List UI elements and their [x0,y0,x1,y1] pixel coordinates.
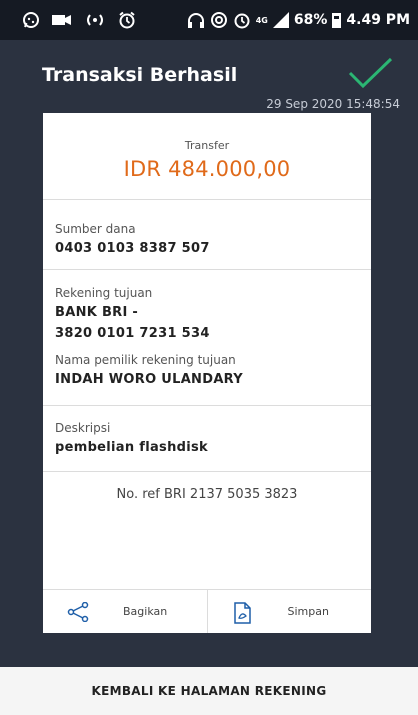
destination-label: Rekening tujuan [55,286,153,300]
notification-icons [22,11,136,29]
transfer-label: Transfer [184,139,230,152]
share-icon [67,602,89,622]
ref-divider [43,471,371,472]
battery-icon [332,12,342,28]
receipt-card: Transfer IDR 484.000,00 Sumber dana 0403… [43,113,371,633]
description-section: Deskripsi pembelian flashdisk [43,405,371,471]
alarm-icon [119,11,135,29]
save-label: Simpan [287,605,329,618]
hotspot-icon [210,12,227,28]
destination-section: Rekening tujuan BANK BRI - 3820 0101 723… [43,269,371,405]
signal-icon [272,12,289,28]
transfer-amount: IDR 484.000,00 [123,157,291,181]
system-status: 4G 68% 4.49 PM [187,11,410,29]
share-button[interactable]: Bagikan [43,590,207,633]
description-label: Deskripsi [55,421,111,435]
source-label: Sumber dana [55,222,136,236]
battery-percent: 68% [293,12,328,28]
back-to-account-button[interactable]: KEMBALI KE HALAMAN REKENING [0,667,418,715]
save-file-icon [233,602,251,624]
share-label: Bagikan [123,605,168,618]
source-account: 0403 0103 8387 507 [55,241,210,256]
headphones-icon [187,13,204,28]
video-camera-icon [52,15,71,25]
action-bar: Bagikan Simpan [43,589,371,633]
save-button[interactable]: Simpan [206,590,372,633]
source-section: Sumber dana 0403 0103 8387 507 [43,199,371,269]
owner-label: Nama pemilik rekening tujuan [55,353,236,367]
whatsapp-icon [23,12,39,28]
broadcast-icon [87,14,103,26]
alarm-clock-icon [234,13,250,29]
status-bar: 4G 68% 4.49 PM [0,0,418,40]
transaction-datetime: 29 Sep 2020 15:48:54 [266,97,400,111]
network-type: 4G [255,15,268,25]
clock: 4.49 PM [346,12,410,28]
reference-number: No. ref BRI 2137 5035 3823 [116,487,298,502]
back-to-account-label: KEMBALI KE HALAMAN REKENING [91,684,327,698]
success-check-icon [348,57,393,89]
amount-block: Transfer IDR 484.000,00 [43,139,371,181]
owner-name: INDAH WORO ULANDARY [55,372,243,387]
destination-account: 3820 0101 7231 534 [55,326,210,341]
page-title: Transaksi Berhasil [42,64,238,86]
description-value: pembelian flashdisk [55,440,208,455]
destination-bank: BANK BRI - [55,305,139,320]
